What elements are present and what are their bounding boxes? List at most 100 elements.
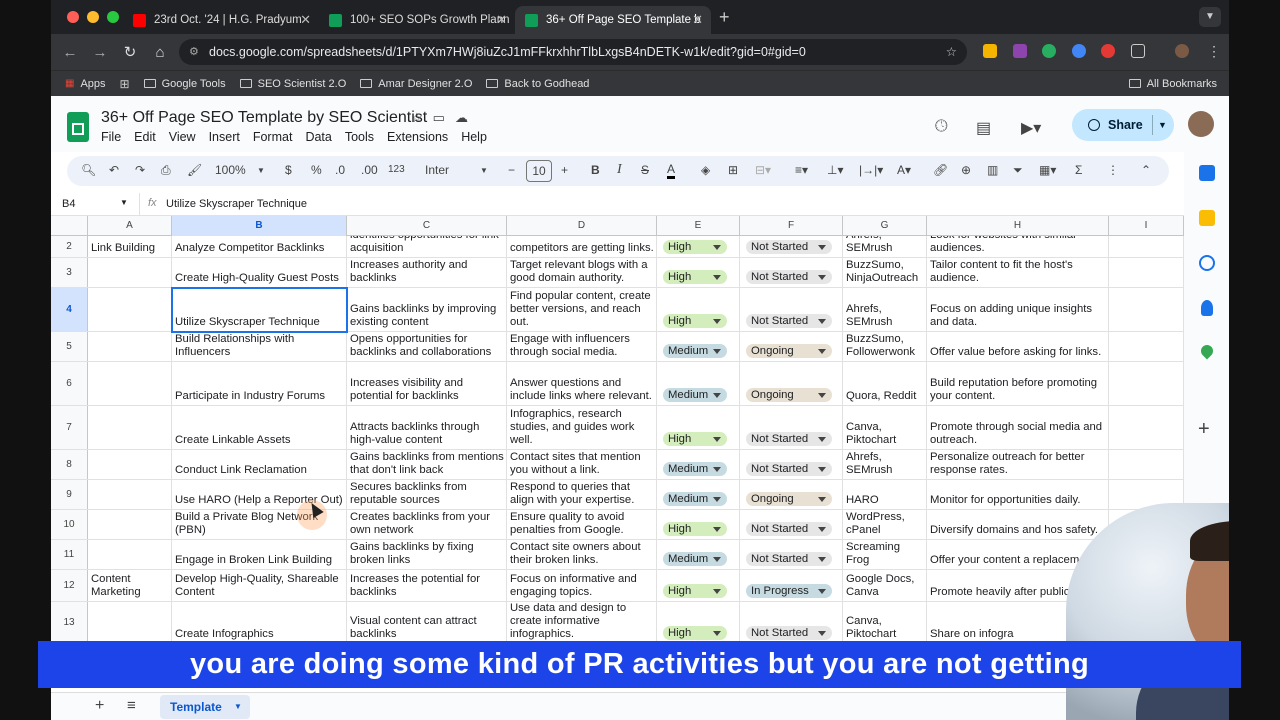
status-dropdown-chip[interactable]: Not Started [746, 522, 832, 536]
cell-e[interactable]: High [657, 602, 740, 643]
cell-f[interactable]: Not Started [740, 236, 843, 257]
cell-e[interactable]: Medium [657, 480, 740, 509]
bookmark-folder[interactable]: Back to Godhead [486, 78, 589, 90]
back-icon[interactable]: ← [55, 44, 85, 61]
cell-c[interactable]: Gains backlinks by improving existing co… [347, 288, 507, 331]
column-header-g[interactable]: G [843, 216, 927, 236]
menu-edit[interactable]: Edit [134, 130, 156, 144]
menu-extensions[interactable]: Extensions [387, 130, 448, 144]
priority-dropdown-chip[interactable]: High [663, 626, 727, 640]
close-tab-icon[interactable]: ✕ [692, 12, 703, 28]
priority-dropdown-chip[interactable]: High [663, 522, 727, 536]
cell-d[interactable]: Infographics, research studies, and guid… [507, 406, 657, 449]
menu-file[interactable]: File [101, 130, 121, 144]
priority-dropdown-chip[interactable]: High [663, 270, 727, 284]
cell-g[interactable]: Ahrefs, SEMrush [843, 450, 927, 479]
status-dropdown-chip[interactable]: Not Started [746, 626, 832, 640]
cell-b[interactable]: Create Infographics [172, 602, 347, 643]
cell-c[interactable]: Gains backlinks by fixing broken links [347, 540, 507, 569]
cell-f[interactable]: Not Started [740, 510, 843, 539]
all-bookmarks[interactable]: All Bookmarks [1128, 78, 1217, 90]
priority-dropdown-chip[interactable]: High [663, 584, 727, 598]
extension-icon[interactable] [1101, 44, 1115, 58]
cell-d[interactable]: competitors are getting links. [507, 236, 657, 257]
priority-dropdown-chip[interactable]: High [663, 314, 727, 328]
name-box[interactable]: B4 [62, 198, 75, 210]
cell-f[interactable]: Not Started [740, 450, 843, 479]
cell-e[interactable]: High [657, 288, 740, 331]
cell-c[interactable]: Creates backlinks from your own network [347, 510, 507, 539]
cell-h[interactable]: Personalize outreach for better response… [927, 450, 1109, 479]
cell-i[interactable] [1109, 332, 1184, 361]
text-color-icon[interactable]: A [667, 163, 676, 179]
column-header-i[interactable]: I [1109, 216, 1184, 236]
cell-b[interactable]: Develop High-Quality, Shareable Content [172, 570, 347, 601]
spreadsheet-grid[interactable]: ABCDEFGHI 2 Link Building Analyze Competit… [51, 216, 1184, 644]
insert-link-icon[interactable]: 🔗︎ [933, 163, 948, 177]
close-tab-icon[interactable]: ✕ [300, 12, 311, 28]
minimize-window-button[interactable] [87, 11, 99, 23]
cell-i[interactable] [1109, 362, 1184, 405]
cell-c[interactable]: Visual content can attract backlinks [347, 602, 507, 643]
share-button[interactable]: Share ▼ [1072, 109, 1174, 141]
formula-input[interactable]: Utilize Skyscraper Technique [166, 198, 307, 210]
row-header[interactable]: 6 [51, 362, 88, 405]
more-options-icon[interactable]: ⋮ [1107, 163, 1119, 177]
align-left-icon[interactable]: ≡▾ [795, 163, 808, 177]
cell-g[interactable]: HARO [843, 480, 927, 509]
cell-i[interactable] [1109, 288, 1184, 331]
cell-a[interactable]: Content Marketing [88, 570, 172, 601]
currency-format-button[interactable]: $ [285, 163, 292, 177]
version-history-icon[interactable]: 🕓︎ [935, 118, 948, 136]
cell-f[interactable]: In Progress [740, 570, 843, 601]
new-tab-button[interactable]: + [719, 7, 730, 28]
sheet-tab-template[interactable]: Template ▼ [160, 695, 250, 719]
text-rotation-icon[interactable]: A▾ [897, 163, 911, 177]
cell-a[interactable] [88, 450, 172, 479]
bookmark-star-icon[interactable]: ☆ [946, 39, 957, 65]
cell-g[interactable]: WordPress, cPanel [843, 510, 927, 539]
priority-dropdown-chip[interactable]: Medium [663, 388, 727, 402]
get-addons-icon[interactable]: + [1198, 418, 1210, 441]
add-sheet-icon[interactable]: + [95, 697, 104, 715]
cell-i[interactable] [1109, 406, 1184, 449]
row-header[interactable]: 3 [51, 258, 88, 287]
cell-a[interactable] [88, 480, 172, 509]
cell-d[interactable]: Contact sites that mention you without a… [507, 450, 657, 479]
cell-a[interactable]: Link Building [88, 236, 172, 257]
column-header-d[interactable]: D [507, 216, 657, 236]
percent-format-button[interactable]: % [311, 163, 322, 177]
priority-dropdown-chip[interactable]: Medium [663, 552, 727, 566]
bookmark-folder[interactable]: SEO Scientist 2.O [239, 78, 346, 90]
profile-avatar[interactable] [1175, 44, 1189, 58]
cell-e[interactable]: Medium [657, 450, 740, 479]
menu-view[interactable]: View [169, 130, 196, 144]
cell-i[interactable] [1109, 258, 1184, 287]
cell-c[interactable]: identifies opportunities for link acquis… [347, 236, 507, 257]
cell-c[interactable]: Increases the potential for backlinks [347, 570, 507, 601]
paint-format-icon[interactable]: 🖌︎ [187, 163, 202, 177]
column-header-f[interactable]: F [740, 216, 843, 236]
status-dropdown-chip[interactable]: Ongoing [746, 388, 832, 402]
column-header-e[interactable]: E [657, 216, 740, 236]
filter-views-icon[interactable]: ▦▾ [1039, 163, 1056, 177]
cell-c[interactable]: Increases visibility and potential for b… [347, 362, 507, 405]
menu-data[interactable]: Data [305, 130, 331, 144]
forward-icon[interactable]: → [85, 44, 115, 61]
column-header-h[interactable]: H [927, 216, 1109, 236]
insert-comment-icon[interactable]: ⊕ [961, 163, 971, 177]
cell-f[interactable]: Ongoing [740, 480, 843, 509]
meet-icon[interactable]: ▶▾ [1021, 118, 1041, 138]
cell-a[interactable] [88, 258, 172, 287]
cell-g[interactable]: Canva, Piktochart [843, 406, 927, 449]
cell-c[interactable]: Increases authority and backlinks [347, 258, 507, 287]
close-window-button[interactable] [67, 11, 79, 23]
cell-a[interactable] [88, 540, 172, 569]
row-header[interactable]: 12 [51, 570, 88, 601]
user-avatar[interactable] [1188, 111, 1214, 137]
cell-g[interactable]: Ahrefs, SEMrush [843, 288, 927, 331]
tasks-icon[interactable] [1199, 255, 1215, 271]
cloud-status-icon[interactable]: ☁ [455, 110, 478, 125]
row-header[interactable]: 9 [51, 480, 88, 509]
cell-g[interactable]: Ahrefs, SEMrush [843, 236, 927, 257]
